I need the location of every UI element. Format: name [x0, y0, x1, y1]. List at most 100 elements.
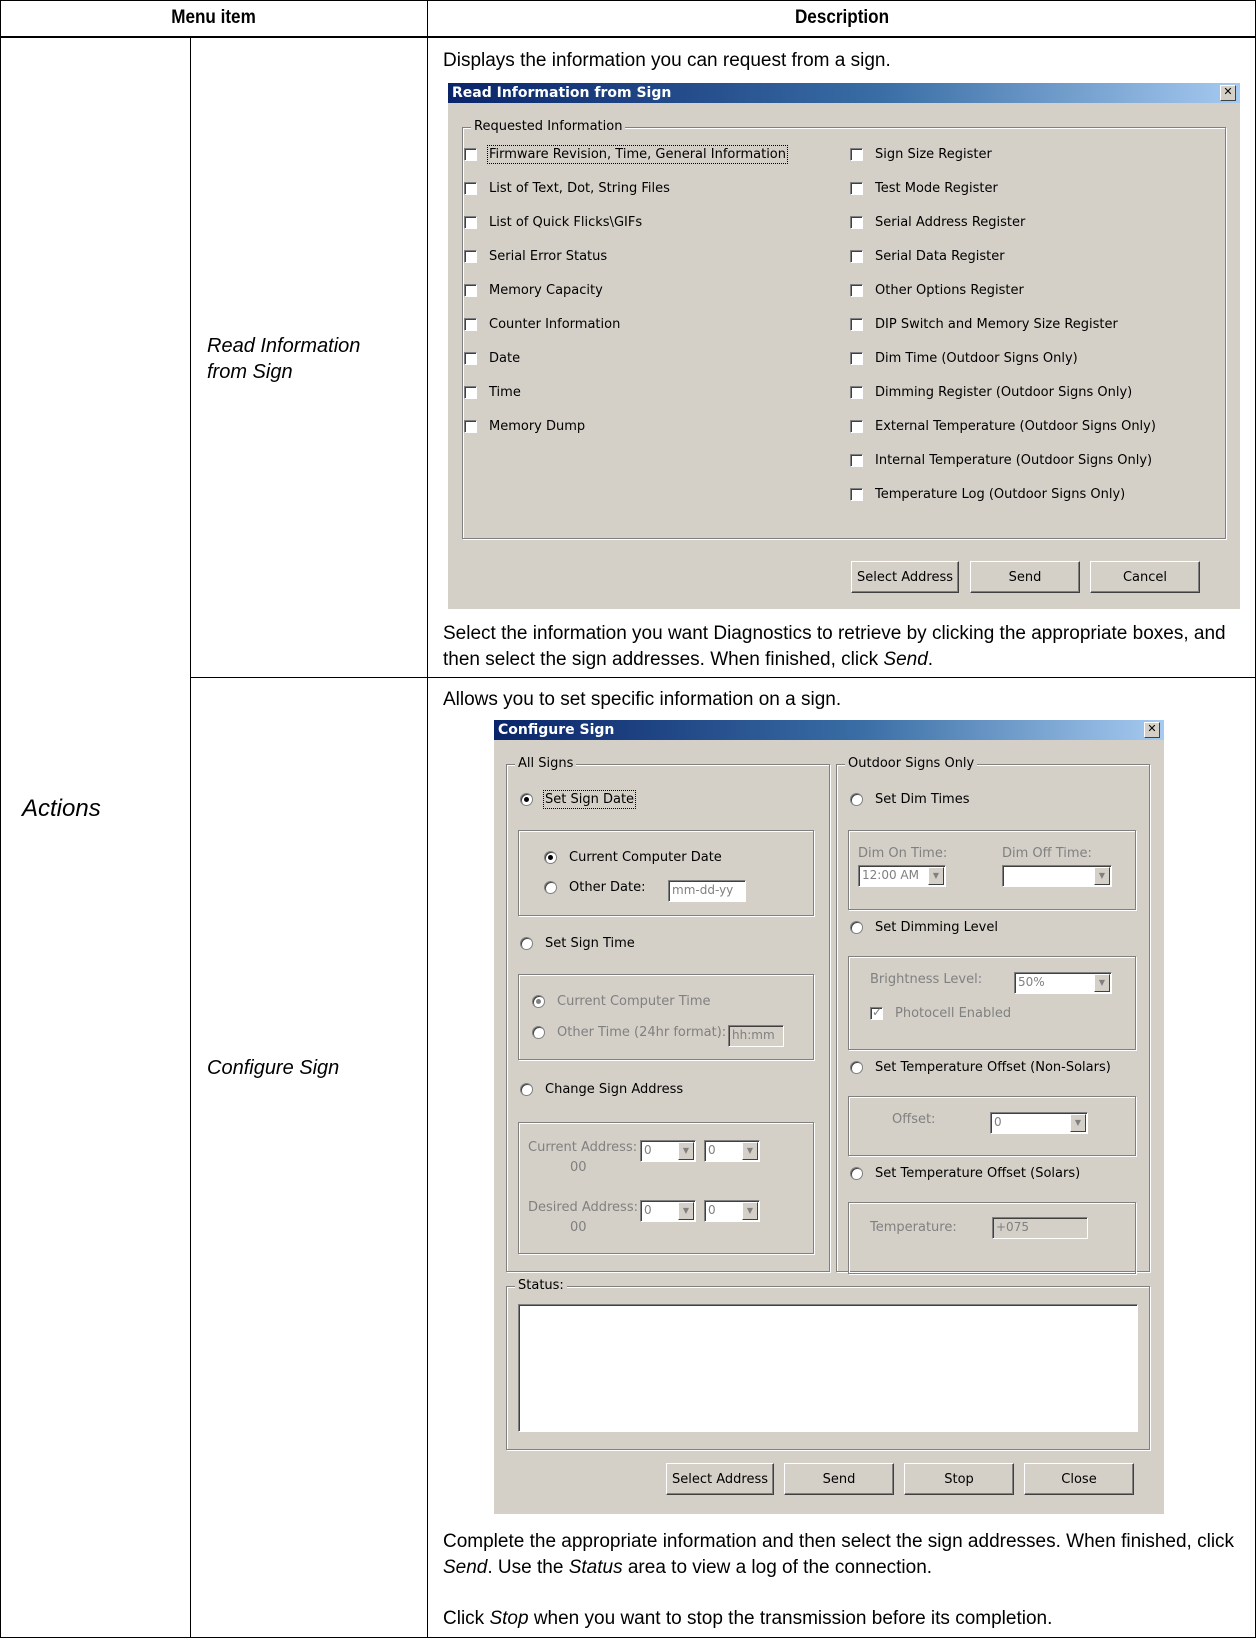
close-icon[interactable]: ✕ [1220, 85, 1236, 101]
requested-info-checkbox[interactable]: Date [464, 351, 520, 366]
requested-info-checkbox[interactable]: Serial Error Status [464, 249, 607, 264]
requested-info-checkbox[interactable]: Firmware Revision, Time, General Informa… [464, 145, 789, 164]
close-button[interactable]: Close [1024, 1463, 1134, 1495]
requested-info-checkbox[interactable]: External Temperature (Outdoor Signs Only… [850, 419, 1156, 434]
current-address-digit2-dropdown[interactable]: 0 ▼ [704, 1140, 760, 1162]
checkbox-label: Memory Dump [489, 419, 586, 434]
set-dim-times-option[interactable]: Set Dim Times [850, 792, 970, 807]
checkbox-icon [464, 318, 477, 331]
checkbox-label: Test Mode Register [875, 181, 998, 196]
config-intro: Allows you to set specific information o… [443, 689, 842, 710]
header-description: Description [794, 7, 890, 28]
temperature-input[interactable]: +075 [992, 1217, 1088, 1239]
requested-info-checkbox[interactable]: Other Options Register [850, 283, 1024, 298]
radio-icon [520, 793, 533, 806]
checkbox-icon [850, 148, 863, 161]
requested-info-checkbox[interactable]: Temperature Log (Outdoor Signs Only) [850, 487, 1125, 502]
send-button[interactable]: Send [970, 561, 1080, 593]
requested-info-checkbox[interactable]: DIP Switch and Memory Size Register [850, 317, 1118, 332]
checkbox-label: Dimming Register (Outdoor Signs Only) [875, 385, 1133, 400]
checkbox-icon [464, 386, 477, 399]
checkbox-icon [464, 148, 477, 161]
requested-info-checkbox[interactable]: Memory Capacity [464, 283, 603, 298]
requested-info-checkbox[interactable]: Time [464, 385, 521, 400]
checkbox-icon [850, 216, 863, 229]
requested-info-checkbox[interactable]: Sign Size Register [850, 147, 992, 162]
radio-icon [850, 1061, 863, 1074]
read-dialog-title: Read Information from Sign [452, 85, 672, 101]
desired-address-digit2-dropdown[interactable]: 0 ▼ [704, 1200, 760, 1222]
set-temp-offset-solar-option[interactable]: Set Temperature Offset (Solars) [850, 1166, 1080, 1181]
requested-info-checkbox[interactable]: Dimming Register (Outdoor Signs Only) [850, 385, 1132, 400]
current-address-label: Current Address: [528, 1140, 638, 1155]
set-sign-date-option[interactable]: Set Sign Date [520, 790, 637, 809]
cancel-button[interactable]: Cancel [1090, 561, 1200, 593]
checkbox-label: Date [489, 351, 521, 366]
current-address-digit1-dropdown[interactable]: 0 ▼ [640, 1140, 696, 1162]
header-menu-item: Menu item [171, 7, 256, 28]
checkbox-label: DIP Switch and Memory Size Register [875, 317, 1118, 332]
config-stop-note: Click Stop when you want to stop the tra… [443, 1608, 1053, 1629]
dim-off-time-label: Dim Off Time: [1002, 846, 1092, 861]
other-time-option[interactable]: Other Time (24hr format): [532, 1025, 726, 1040]
table-divider-sub [190, 37, 191, 1638]
requested-info-checkbox[interactable]: Counter Information [464, 317, 620, 332]
select-address-button[interactable]: Select Address [666, 1463, 774, 1495]
checkbox-label: Serial Data Register [875, 249, 1005, 264]
set-temp-offset-nonsolar-option[interactable]: Set Temperature Offset (Non-Solars) [850, 1060, 1111, 1075]
current-address-value: 00 [570, 1160, 587, 1175]
requested-info-checkbox[interactable]: Memory Dump [464, 419, 585, 434]
brightness-level-dropdown[interactable]: 50% ▼ [1014, 972, 1112, 994]
photocell-enabled-checkbox[interactable]: Photocell Enabled [870, 1005, 1011, 1021]
read-information-dialog: Read Information from Sign ✕ Requested I… [448, 83, 1240, 609]
dim-on-time-label: Dim On Time: [858, 846, 948, 861]
send-button[interactable]: Send [784, 1463, 894, 1495]
table-row-divider [190, 677, 1256, 678]
status-log-area[interactable] [518, 1304, 1138, 1432]
chevron-down-icon: ▼ [678, 1142, 694, 1160]
set-sign-time-option[interactable]: Set Sign Time [520, 936, 635, 951]
other-date-input[interactable]: mm-dd-yy [668, 880, 746, 902]
desired-address-value: 00 [570, 1220, 587, 1235]
all-signs-label: All Signs [515, 756, 577, 771]
desired-address-digit1-dropdown[interactable]: 0 ▼ [640, 1200, 696, 1222]
row-item-read-information: Read Information from Sign [207, 335, 361, 383]
requested-info-checkbox[interactable]: Internal Temperature (Outdoor Signs Only… [850, 453, 1152, 468]
stop-button[interactable]: Stop [904, 1463, 1014, 1495]
requested-info-checkbox[interactable]: List of Quick Flicks\GIFs [464, 215, 642, 230]
chevron-down-icon: ▼ [678, 1202, 694, 1220]
requested-info-checkbox[interactable]: Test Mode Register [850, 181, 998, 196]
read-instructions: Select the information you want Diagnost… [443, 623, 1226, 670]
checkbox-icon [464, 216, 477, 229]
close-icon[interactable]: ✕ [1144, 722, 1160, 738]
change-sign-address-option[interactable]: Change Sign Address [520, 1082, 683, 1097]
checkbox-label: External Temperature (Outdoor Signs Only… [875, 419, 1156, 434]
status-label: Status: [515, 1278, 567, 1293]
radio-icon [544, 881, 557, 894]
offset-dropdown[interactable]: 0 ▼ [990, 1112, 1088, 1134]
chevron-down-icon: ▼ [928, 867, 944, 885]
other-time-input[interactable]: hh:mm [728, 1025, 784, 1047]
current-computer-date-option[interactable]: Current Computer Date [544, 850, 722, 865]
radio-icon [532, 1026, 545, 1039]
radio-icon [544, 851, 557, 864]
select-address-button[interactable]: Select Address [851, 561, 959, 593]
other-date-option[interactable]: Other Date: [544, 880, 646, 895]
checkbox-icon [850, 250, 863, 263]
checkbox-label: Serial Address Register [875, 215, 1026, 230]
checkbox-icon [464, 420, 477, 433]
current-computer-time-option[interactable]: Current Computer Time [532, 994, 711, 1009]
requested-info-checkbox[interactable]: List of Text, Dot, String Files [464, 181, 670, 196]
chevron-down-icon: ▼ [742, 1142, 758, 1160]
requested-info-checkbox[interactable]: Serial Data Register [850, 249, 1005, 264]
dim-on-time-dropdown[interactable]: 12:00 AM ▼ [858, 865, 946, 887]
table-border-left [0, 0, 1, 1638]
requested-info-checkbox[interactable]: Serial Address Register [850, 215, 1025, 230]
radio-icon [850, 793, 863, 806]
dim-off-time-dropdown[interactable]: ▼ [1002, 865, 1112, 887]
checkbox-label: Dim Time (Outdoor Signs Only) [875, 351, 1078, 366]
requested-info-checkbox[interactable]: Dim Time (Outdoor Signs Only) [850, 351, 1078, 366]
set-dimming-level-option[interactable]: Set Dimming Level [850, 920, 998, 935]
checkbox-label: Temperature Log (Outdoor Signs Only) [875, 487, 1126, 502]
brightness-level-label: Brightness Level: [870, 972, 983, 987]
